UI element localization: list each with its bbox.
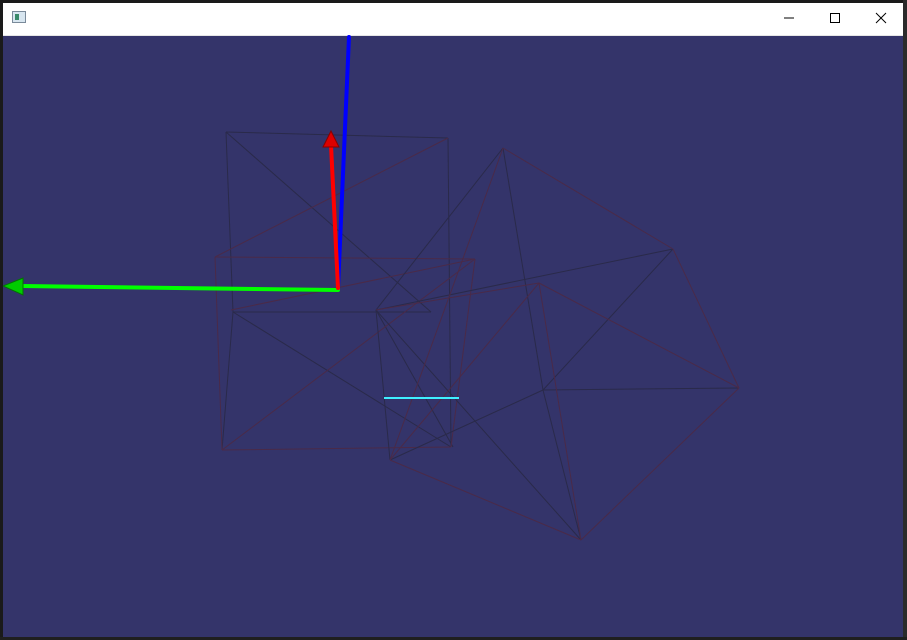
scene-canvas <box>3 35 740 541</box>
x-axis-arrowhead <box>322 129 340 148</box>
y-axis <box>19 284 340 292</box>
background-desktop-edge <box>903 0 907 640</box>
title-bar[interactable] <box>3 3 903 36</box>
minimize-button[interactable] <box>766 3 812 33</box>
y-axis-arrowhead <box>3 277 24 296</box>
close-icon <box>875 12 887 24</box>
app-icon <box>12 11 26 23</box>
maximize-button[interactable] <box>812 3 858 33</box>
axes-gizmo <box>3 35 351 296</box>
wireframe-octahedron <box>375 147 740 541</box>
app-window <box>3 3 903 637</box>
wireframe-cube <box>214 131 476 451</box>
maximize-icon <box>830 13 840 23</box>
3d-viewport[interactable] <box>3 35 903 637</box>
minimize-icon <box>784 17 794 19</box>
z-axis <box>336 35 351 290</box>
x-axis <box>329 143 340 290</box>
close-button[interactable] <box>858 3 903 33</box>
